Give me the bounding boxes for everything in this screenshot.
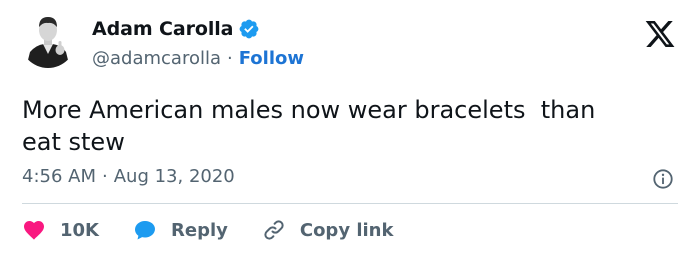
info-icon[interactable] [652,168,674,190]
tweet-card: Adam Carolla @adamcarolla · Follow More … [0,0,700,256]
verified-badge-icon [238,18,260,40]
author-name-row: Adam Carolla [92,18,260,40]
x-logo-icon[interactable] [644,18,676,50]
avatar[interactable] [20,12,76,68]
tweet-date[interactable]: Aug 13, 2020 [114,166,235,187]
heart-icon [24,221,44,240]
tweet-time[interactable]: 4:56 AM [22,166,96,187]
reply-bubble-icon [135,221,155,240]
copy-link-button[interactable]: Copy link [262,218,394,242]
author-handle[interactable]: @adamcarolla [92,48,221,69]
tweet-timestamp-row: 4:56 AM · Aug 13, 2020 [22,166,235,187]
follow-button[interactable]: Follow [239,48,304,69]
author-display-name[interactable]: Adam Carolla [92,18,233,40]
like-count: 10K [60,219,99,241]
reply-button[interactable]: Reply [133,218,228,242]
reply-label: Reply [171,219,228,241]
like-button[interactable]: 10K [22,218,99,242]
tweet-actions: 10K Reply Copy link [22,216,393,244]
timestamp-separator: · [102,166,108,187]
copy-link-label: Copy link [299,219,394,241]
handle-separator: · [227,48,233,69]
author-handle-row: @adamcarolla · Follow [92,48,304,69]
divider [22,203,678,204]
link-icon [264,220,284,240]
tweet-text: More American males now wear bracelets t… [22,96,596,156]
